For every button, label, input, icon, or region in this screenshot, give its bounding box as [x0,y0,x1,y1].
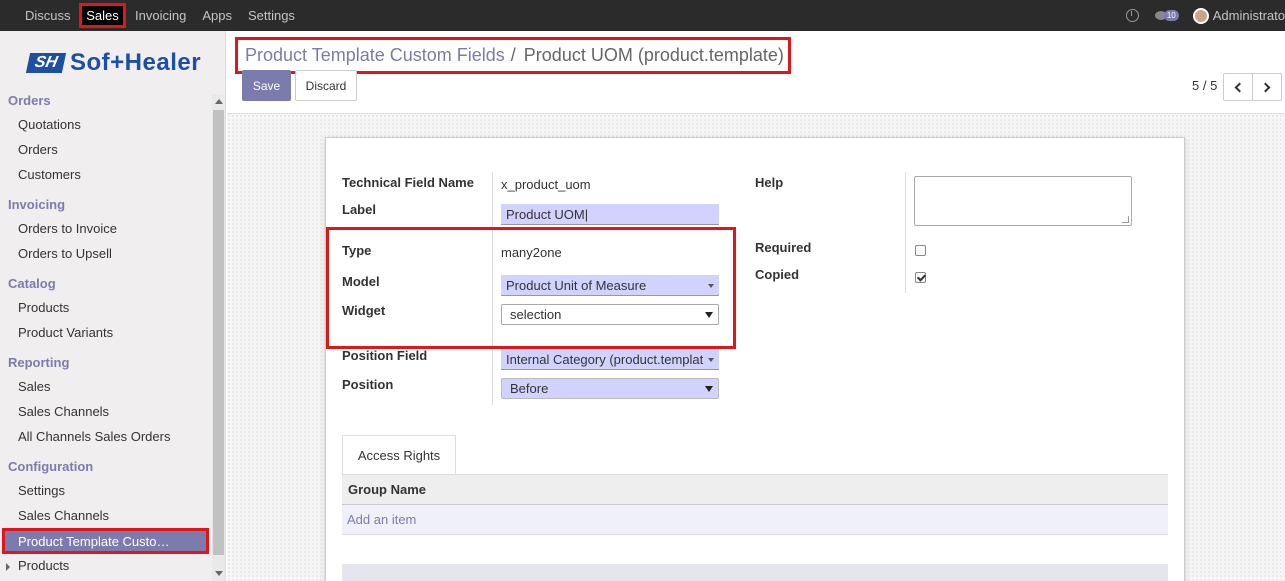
activity-clock-icon[interactable] [1125,9,1139,22]
scroll-thumb[interactable] [213,110,224,555]
sidebar-item-label: Product Template Custo… [18,534,170,549]
sidebar-item-orders-to-invoice[interactable]: Orders to Invoice [18,221,117,236]
logo-text: Sof+Healer [70,49,202,76]
required-label: Required [755,240,812,255]
discard-button[interactable]: Discard [295,70,357,101]
menu-apps[interactable]: Apps [194,8,240,23]
required-checkbox[interactable] [915,245,926,256]
chevron-left-icon [1234,82,1245,92]
expand-caret-icon[interactable] [6,563,10,571]
main-content: Product Template Custom Fields / Product U… [227,31,1285,581]
breadcrumb-separator: / [510,45,516,65]
pager-next-button[interactable] [1252,73,1282,101]
section-reporting: Reporting [8,355,70,370]
sidebar-item-config-sales-channels[interactable]: Sales Channels [18,508,109,523]
menu-sales[interactable]: Sales [79,3,126,28]
sidebar-item-orders-to-upsell[interactable]: Orders to Upsell [18,246,112,261]
right-column-separator [905,172,906,293]
section-orders: Orders [8,93,51,108]
sidebar-scrollbar[interactable] [212,95,225,581]
avatar[interactable] [1192,7,1209,24]
help-label: Help [755,175,784,190]
position-value: Before [510,381,549,396]
sidebar-item-config-products[interactable]: Products [18,558,69,573]
breadcrumb-current: Product UOM (product.template) [523,45,784,65]
section-configuration: Configuration [8,459,94,474]
column-group-name[interactable]: Group Name [348,482,426,497]
table-header: Group Name [342,475,1168,505]
select-arrow-icon [705,386,713,392]
save-button[interactable]: Save [242,70,291,101]
sidebar-item-product-variants[interactable]: Product Variants [18,325,113,340]
add-item-link[interactable]: Add an item [347,512,416,527]
sidebar-item-products[interactable]: Products [18,300,69,315]
messaging-icon[interactable]: 10 [1154,10,1179,21]
caret-down-icon [708,358,714,362]
scroll-down-icon[interactable] [215,571,223,576]
breadcrumb: Product Template Custom Fields / Product U… [245,45,784,66]
sidebar-item-all-channels-sales-orders[interactable]: All Channels Sales Orders [18,429,170,444]
table-row-add: Add an item [342,505,1168,535]
user-menu[interactable]: Administrato [1213,8,1285,23]
sidebar-item-customers[interactable]: Customers [18,167,81,182]
form-sheet: Technical Field Name x_product_uom Label… [325,137,1185,581]
pager-value[interactable]: 5 / 5 [1192,78,1217,93]
scroll-up-icon[interactable] [215,99,223,104]
sidebar-item-settings[interactable]: Settings [18,483,65,498]
sidebar-item-sales-channels[interactable]: Sales Channels [18,404,109,419]
menu-invoicing[interactable]: Invoicing [127,8,194,23]
tab-access-rights[interactable]: Access Rights [342,435,456,475]
technical-field-name-value: x_product_uom [501,177,591,192]
menu-settings[interactable]: Settings [240,8,303,23]
company-logo: SH Sof+Healer [25,49,202,76]
sidebar: SH Sof+Healer Orders Quotations Orders C… [0,31,226,581]
chevron-right-icon [1260,82,1271,92]
logo-mark: SH [25,53,67,73]
technical-field-name-label: Technical Field Name [342,175,474,190]
position-field-label: Position Field [342,348,428,363]
position-field-value: Internal Category (product.templat [506,351,704,367]
section-invoicing: Invoicing [8,197,66,212]
label-field-label: Label [342,202,376,217]
help-textarea[interactable] [914,176,1132,226]
pager-previous-button[interactable] [1223,73,1253,101]
type-model-widget-highlight [326,227,736,349]
table-footer [342,564,1168,581]
breadcrumb-parent[interactable]: Product Template Custom Fields [245,45,505,65]
app-menu-rest: Invoicing Apps Settings [127,0,303,31]
copied-label: Copied [755,267,800,282]
top-navbar: Discuss Sales Invoicing Apps Settings 10… [0,0,1285,31]
position-label: Position [342,377,394,392]
sidebar-item-product-template-custom[interactable]: Product Template Custo… [2,528,209,554]
systray: 10 Administrato [1125,0,1285,31]
section-catalog: Catalog [8,276,56,291]
sidebar-item-sales[interactable]: Sales [18,379,51,394]
menu-discuss[interactable]: Discuss [17,8,79,23]
label-input[interactable]: Product UOM| [501,204,719,225]
breadcrumb-highlight: Product Template Custom Fields / Product U… [235,37,791,74]
app-menu: Discuss [17,0,79,31]
copied-checkbox[interactable] [915,272,926,283]
sidebar-item-quotations[interactable]: Quotations [18,117,81,132]
position-field-select[interactable]: Internal Category (product.templat [501,349,719,370]
sidebar-item-orders[interactable]: Orders [18,142,58,157]
notification-badge: 10 [1163,10,1179,21]
position-select[interactable]: Before [501,378,719,399]
